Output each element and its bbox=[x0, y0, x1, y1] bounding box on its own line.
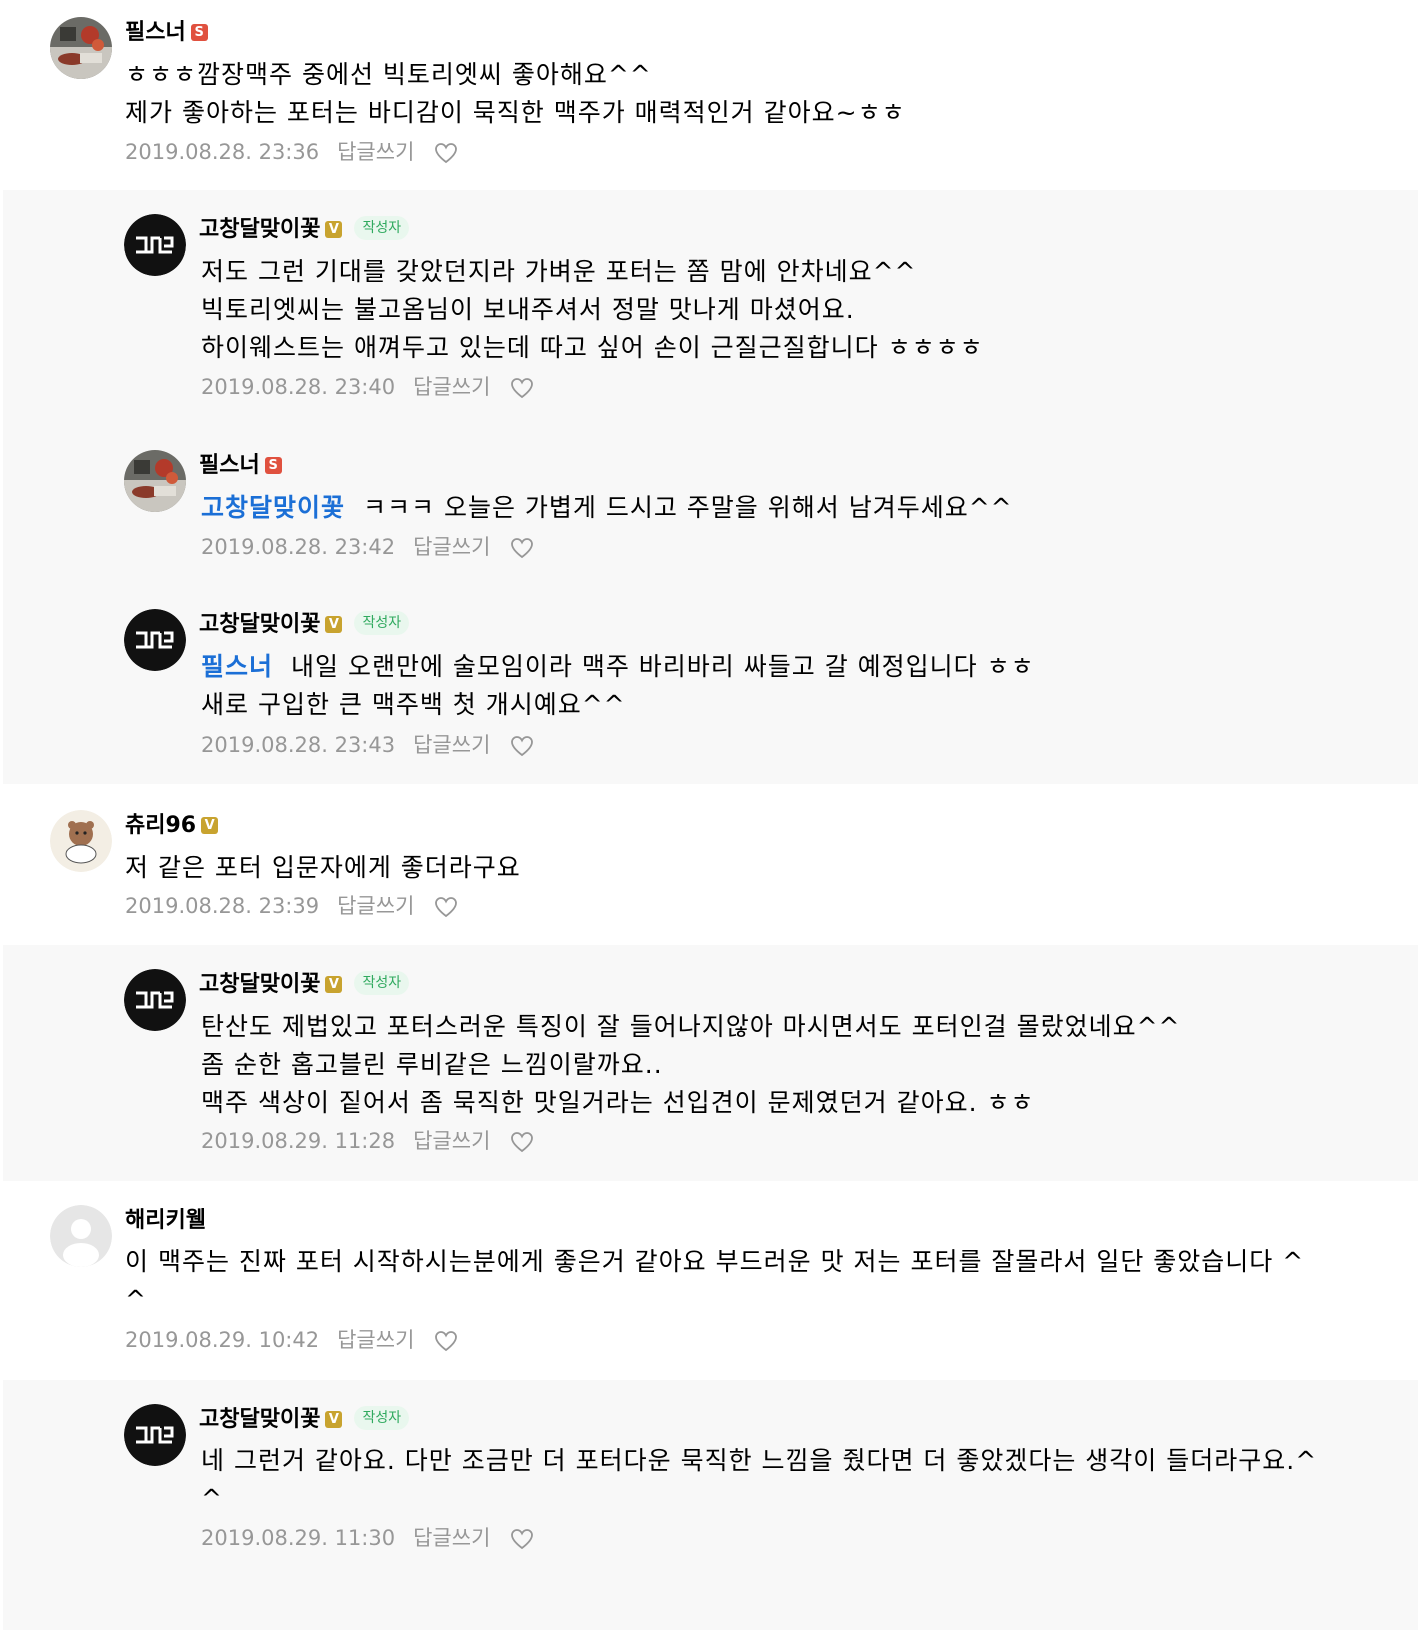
s-badge-icon: S bbox=[264, 457, 282, 474]
avatar-bear[interactable] bbox=[50, 810, 112, 872]
comment-text: 저도 그런 기대를 갖았던지라 가벼운 포터는 쫌 맘에 안차네요^^ 빅토리엣… bbox=[201, 257, 984, 362]
heart-icon[interactable] bbox=[434, 896, 458, 925]
v-badge-icon: V bbox=[325, 221, 343, 238]
nickname[interactable]: 고창달맞이꽃 V 작성자 bbox=[199, 971, 410, 999]
reply-button[interactable]: 답글쓰기 bbox=[413, 375, 490, 399]
nickname[interactable]: 고창달맞이꽃 V 작성자 bbox=[199, 1406, 410, 1434]
reply-comment: 필스너 S 고창달맞이꽃 ㅋㅋㅋ 오늘은 가볍게 드시고 주말을 위해서 남겨두세요… bbox=[3, 426, 1418, 585]
author-tag: 작성자 bbox=[354, 611, 410, 635]
reply-button[interactable]: 답글쓰기 bbox=[413, 535, 490, 559]
comment-text: 이 맥주는 진짜 포터 시작하시는분에게 좋은거 같아요 부드러운 맛 저는 포… bbox=[125, 1247, 1305, 1314]
v-badge-icon: V bbox=[325, 1411, 343, 1428]
reply-comment: 고창달맞이꽃 V 작성자 저도 그런 기대를 갖았던지라 가벼운 포터는 쫌 맘에 … bbox=[3, 190, 1418, 426]
author-tag: 작성자 bbox=[354, 1406, 410, 1430]
nickname[interactable]: 츄리96 V bbox=[125, 812, 219, 840]
mention-link[interactable]: 필스너 bbox=[201, 652, 273, 681]
comment-text: 탄산도 제법있고 포터스러운 특징이 잘 들어나지않아 마시면서도 포터인걸 몰… bbox=[201, 1012, 1181, 1117]
avatar-logo[interactable] bbox=[124, 609, 186, 671]
comment-date: 2019.08.28. 23:39 bbox=[125, 894, 320, 918]
heart-icon[interactable] bbox=[434, 142, 458, 171]
reply-button[interactable]: 답글쓰기 bbox=[413, 1526, 490, 1550]
comment-date: 2019.08.28. 23:43 bbox=[201, 733, 396, 757]
comment-meta: 2019.08.29. 11:30 답글쓰기 bbox=[201, 1524, 534, 1557]
v-badge-icon: V bbox=[201, 817, 219, 834]
reply-comment: 고창달맞이꽃 V 작성자 탄산도 제법있고 포터스러운 특징이 잘 들어나지않아 마… bbox=[3, 945, 1418, 1181]
comment-date: 2019.08.28. 23:36 bbox=[125, 140, 320, 164]
comment-text: 필스너 내일 오랜만에 술모임이라 맥주 바리바리 싸들고 갈 예정입니다 ㅎㅎ … bbox=[201, 652, 1035, 719]
comment-text: 저 같은 포터 입문자에게 좋더라구요 bbox=[125, 853, 521, 882]
comment-date: 2019.08.29. 11:30 bbox=[201, 1526, 396, 1550]
reply-comment: 고창달맞이꽃 V 작성자 필스너 내일 오랜만에 술모임이라 맥주 바리바리 싸들고 … bbox=[3, 585, 1418, 784]
reply-button[interactable]: 답글쓰기 bbox=[337, 894, 414, 918]
comment-meta: 2019.08.28. 23:42 답글쓰기 bbox=[201, 533, 534, 566]
reply-button[interactable]: 답글쓰기 bbox=[413, 1129, 490, 1153]
author-tag: 작성자 bbox=[354, 971, 410, 995]
heart-icon[interactable] bbox=[510, 377, 534, 406]
s-badge-icon: S bbox=[190, 24, 208, 41]
avatar-default-icon[interactable] bbox=[50, 1205, 112, 1267]
comment-date: 2019.08.29. 11:28 bbox=[201, 1129, 396, 1153]
heart-icon[interactable] bbox=[510, 1528, 534, 1557]
heart-icon[interactable] bbox=[510, 537, 534, 566]
comment: 해리키웰 이 맥주는 진짜 포터 시작하시는분에게 좋은거 같아요 부드러운 맛… bbox=[0, 1181, 1418, 1380]
comment-meta: 2019.08.28. 23:39 답글쓰기 bbox=[125, 892, 458, 925]
comment-date: 2019.08.28. 23:42 bbox=[201, 535, 396, 559]
comment-text: ㅎㅎㅎ깜장맥주 중에선 빅토리엣씨 좋아해요^^ 제가 좋아하는 포터는 바디감… bbox=[125, 60, 906, 127]
nickname[interactable]: 필스너 S bbox=[199, 452, 282, 480]
avatar-food-photo[interactable] bbox=[50, 17, 112, 79]
avatar-logo[interactable] bbox=[124, 214, 186, 276]
heart-icon[interactable] bbox=[510, 735, 534, 764]
v-badge-icon: V bbox=[325, 616, 343, 633]
nickname[interactable]: 고창달맞이꽃 V 작성자 bbox=[199, 216, 410, 244]
heart-icon[interactable] bbox=[434, 1330, 458, 1359]
comment-text: 네 그런거 같아요. 다만 조금만 더 포터다운 묵직한 느낌을 줬다면 더 좋… bbox=[201, 1446, 1318, 1513]
avatar-food-photo[interactable] bbox=[124, 450, 186, 512]
reply-comment: 고창달맞이꽃 V 작성자 네 그런거 같아요. 다만 조금만 더 포터다운 묵직한 … bbox=[3, 1380, 1418, 1630]
comment: 츄리96 V 저 같은 포터 입문자에게 좋더라구요 2019.08.28. 23… bbox=[0, 784, 1418, 945]
comment-text: 고창달맞이꽃 ㅋㅋㅋ 오늘은 가볍게 드시고 주말을 위해서 남겨두세요^^ bbox=[201, 493, 1013, 522]
author-tag: 작성자 bbox=[354, 216, 410, 240]
comment-meta: 2019.08.29. 11:28 답글쓰기 bbox=[201, 1127, 534, 1160]
heart-icon[interactable] bbox=[510, 1131, 534, 1160]
reply-button[interactable]: 답글쓰기 bbox=[413, 733, 490, 757]
v-badge-icon: V bbox=[325, 976, 343, 993]
comment-date: 2019.08.28. 23:40 bbox=[201, 375, 396, 399]
comment-date: 2019.08.29. 10:42 bbox=[125, 1328, 320, 1352]
nickname[interactable]: 필스너 S bbox=[125, 19, 208, 47]
nickname[interactable]: 고창달맞이꽃 V 작성자 bbox=[199, 611, 410, 639]
comment-meta: 2019.08.28. 23:36 답글쓰기 bbox=[125, 138, 458, 171]
mention-link[interactable]: 고창달맞이꽃 bbox=[201, 493, 345, 522]
comment: 필스너 S ㅎㅎㅎ깜장맥주 중에선 빅토리엣씨 좋아해요^^ 제가 좋아하는 포터… bbox=[0, 0, 1418, 190]
reply-button[interactable]: 답글쓰기 bbox=[337, 140, 414, 164]
avatar-logo[interactable] bbox=[124, 969, 186, 1031]
reply-button[interactable]: 답글쓰기 bbox=[337, 1328, 414, 1352]
avatar-logo[interactable] bbox=[124, 1404, 186, 1466]
comment-meta: 2019.08.28. 23:40 답글쓰기 bbox=[201, 373, 534, 406]
comment-meta: 2019.08.28. 23:43 답글쓰기 bbox=[201, 731, 534, 764]
nickname[interactable]: 해리키웰 bbox=[125, 1207, 206, 1235]
comment-meta: 2019.08.29. 10:42 답글쓰기 bbox=[125, 1326, 458, 1359]
